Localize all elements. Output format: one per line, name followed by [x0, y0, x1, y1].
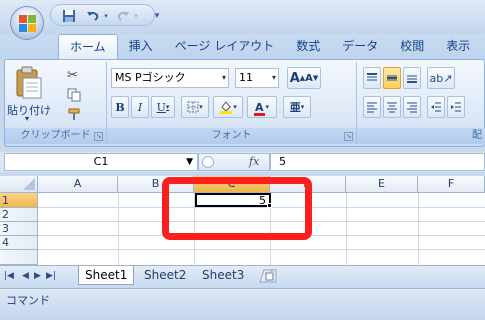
font-name-combo[interactable]: MS Pゴシック ▾	[111, 68, 229, 88]
font-size-combo[interactable]: 11 ▾	[235, 68, 279, 88]
row-header-4[interactable]: 4	[0, 236, 38, 250]
sheet-tab-sheet1[interactable]: Sheet1	[78, 266, 135, 285]
paste-button[interactable]: 貼り付け ▾	[7, 64, 51, 124]
last-sheet-icon[interactable]: ▶|	[46, 271, 56, 281]
prev-sheet-icon[interactable]: ◀	[22, 271, 29, 281]
formula-input[interactable]: 5	[270, 153, 485, 171]
format-painter-icon[interactable]	[67, 108, 83, 122]
sheet-tab-bar: |◀ ◀ ▶ ▶| Sheet1 Sheet2 Sheet3	[0, 265, 485, 287]
tab-view[interactable]: 表示	[435, 34, 481, 60]
grid-line	[38, 249, 485, 250]
alignment-group-label: 配	[357, 128, 485, 144]
formula-bar: C1 ▼ fx 5	[0, 152, 485, 172]
font-group-label: フォント	[107, 128, 356, 144]
row-header-1[interactable]: 1	[0, 193, 38, 208]
row-header-3[interactable]: 3	[0, 222, 38, 236]
alignment-group: ab↗ 配	[357, 62, 485, 144]
column-header-e[interactable]: E	[346, 176, 418, 193]
office-logo-icon	[19, 15, 36, 32]
increase-indent-button[interactable]	[447, 96, 465, 118]
ribbon: 貼り付け ▾ ✂ クリップボード ↘ MS Pゴシック ▾ 11 ▾ A ▲ A ▼	[4, 59, 485, 147]
borders-button[interactable]: ▾	[181, 96, 209, 118]
font-group: MS Pゴシック ▾ 11 ▾ A ▲ A ▼ B I U ▾ ▾ ▾ A ▾ 亜	[107, 62, 357, 144]
orientation-button[interactable]: ab↗	[427, 67, 455, 89]
align-bottom-button[interactable]	[403, 67, 421, 89]
fill-color-icon	[220, 101, 233, 114]
first-sheet-icon[interactable]: |◀	[4, 271, 14, 281]
tab-page-layout[interactable]: ページ レイアウト	[164, 34, 286, 60]
align-middle-button[interactable]	[383, 67, 401, 89]
phonetic-button[interactable]: 亜 ▾	[283, 96, 311, 118]
align-right-button[interactable]	[403, 96, 421, 118]
customize-qat-icon[interactable]: ▾	[148, 7, 166, 25]
select-all-corner[interactable]	[0, 176, 38, 193]
tab-data[interactable]: データ	[331, 34, 389, 60]
qat-icons: ▾ ▾ ▾	[60, 6, 166, 26]
insert-function-button[interactable]: fx	[249, 155, 259, 168]
decrease-indent-button[interactable]	[427, 96, 445, 118]
fill-color-button[interactable]: ▾	[213, 96, 243, 118]
grid-line	[346, 193, 347, 265]
row-header-5[interactable]	[0, 250, 38, 265]
font-launcher-icon[interactable]: ↘	[344, 132, 353, 141]
tab-home[interactable]: ホーム	[58, 34, 118, 60]
align-top-button[interactable]	[363, 67, 381, 89]
underline-button[interactable]: U ▾	[151, 96, 175, 118]
font-color-swatch	[253, 112, 265, 116]
formula-bar-expand-icon[interactable]	[201, 155, 215, 169]
clipboard-group-label: クリップボード	[5, 128, 106, 144]
tab-insert[interactable]: 挿入	[118, 34, 164, 60]
grow-font-button[interactable]: A ▲ A ▼	[287, 67, 321, 89]
sheet-tab-sheet3[interactable]: Sheet3	[196, 266, 250, 285]
insert-sheet-icon[interactable]	[258, 269, 282, 283]
undo-icon[interactable]	[84, 7, 102, 25]
excel-window: ▾ ▾ ▾ ホーム 挿入 ページ レイアウト 数式 データ 校閲 表示 貼り付け	[0, 0, 485, 320]
sheet-tab-sheet2[interactable]: Sheet2	[138, 266, 192, 285]
fx-area: fx	[198, 153, 270, 171]
grid-line	[118, 193, 119, 265]
align-left-button[interactable]	[363, 96, 381, 118]
column-header-a[interactable]: A	[38, 176, 118, 193]
align-center-button[interactable]	[383, 96, 401, 118]
paste-icon	[16, 66, 42, 99]
name-box[interactable]: C1 ▼	[4, 153, 198, 171]
borders-icon	[187, 101, 199, 113]
next-sheet-icon[interactable]: ▶	[34, 271, 41, 281]
italic-button[interactable]: I	[131, 96, 149, 118]
undo-dropdown-icon[interactable]: ▾	[102, 7, 110, 25]
highlight-annotation	[162, 177, 312, 240]
name-box-dropdown-icon[interactable]: ▼	[186, 154, 193, 170]
row-header-2[interactable]: 2	[0, 208, 38, 222]
paste-dropdown-icon[interactable]: ▾	[25, 114, 29, 123]
font-color-button[interactable]: A ▾	[247, 96, 277, 118]
redo-dropdown-icon[interactable]: ▾	[132, 7, 140, 25]
office-button[interactable]	[10, 6, 44, 40]
grid-line	[418, 193, 419, 265]
column-header-f[interactable]: F	[418, 176, 485, 193]
status-text: コマンド	[6, 294, 50, 307]
bold-button[interactable]: B	[111, 96, 129, 118]
tab-review[interactable]: 校閲	[389, 34, 435, 60]
cut-icon[interactable]: ✂	[67, 68, 83, 84]
copy-icon[interactable]	[67, 88, 83, 104]
status-bar: コマンド	[0, 288, 485, 320]
redo-icon[interactable]	[114, 7, 132, 25]
save-icon[interactable]	[60, 7, 78, 25]
tab-formulas[interactable]: 数式	[285, 34, 331, 60]
ribbon-tabs: ホーム 挿入 ページ レイアウト 数式 データ 校閲 表示	[58, 34, 481, 60]
clipboard-launcher-icon[interactable]: ↘	[94, 132, 103, 141]
clipboard-group: 貼り付け ▾ ✂ クリップボード ↘	[5, 62, 107, 144]
